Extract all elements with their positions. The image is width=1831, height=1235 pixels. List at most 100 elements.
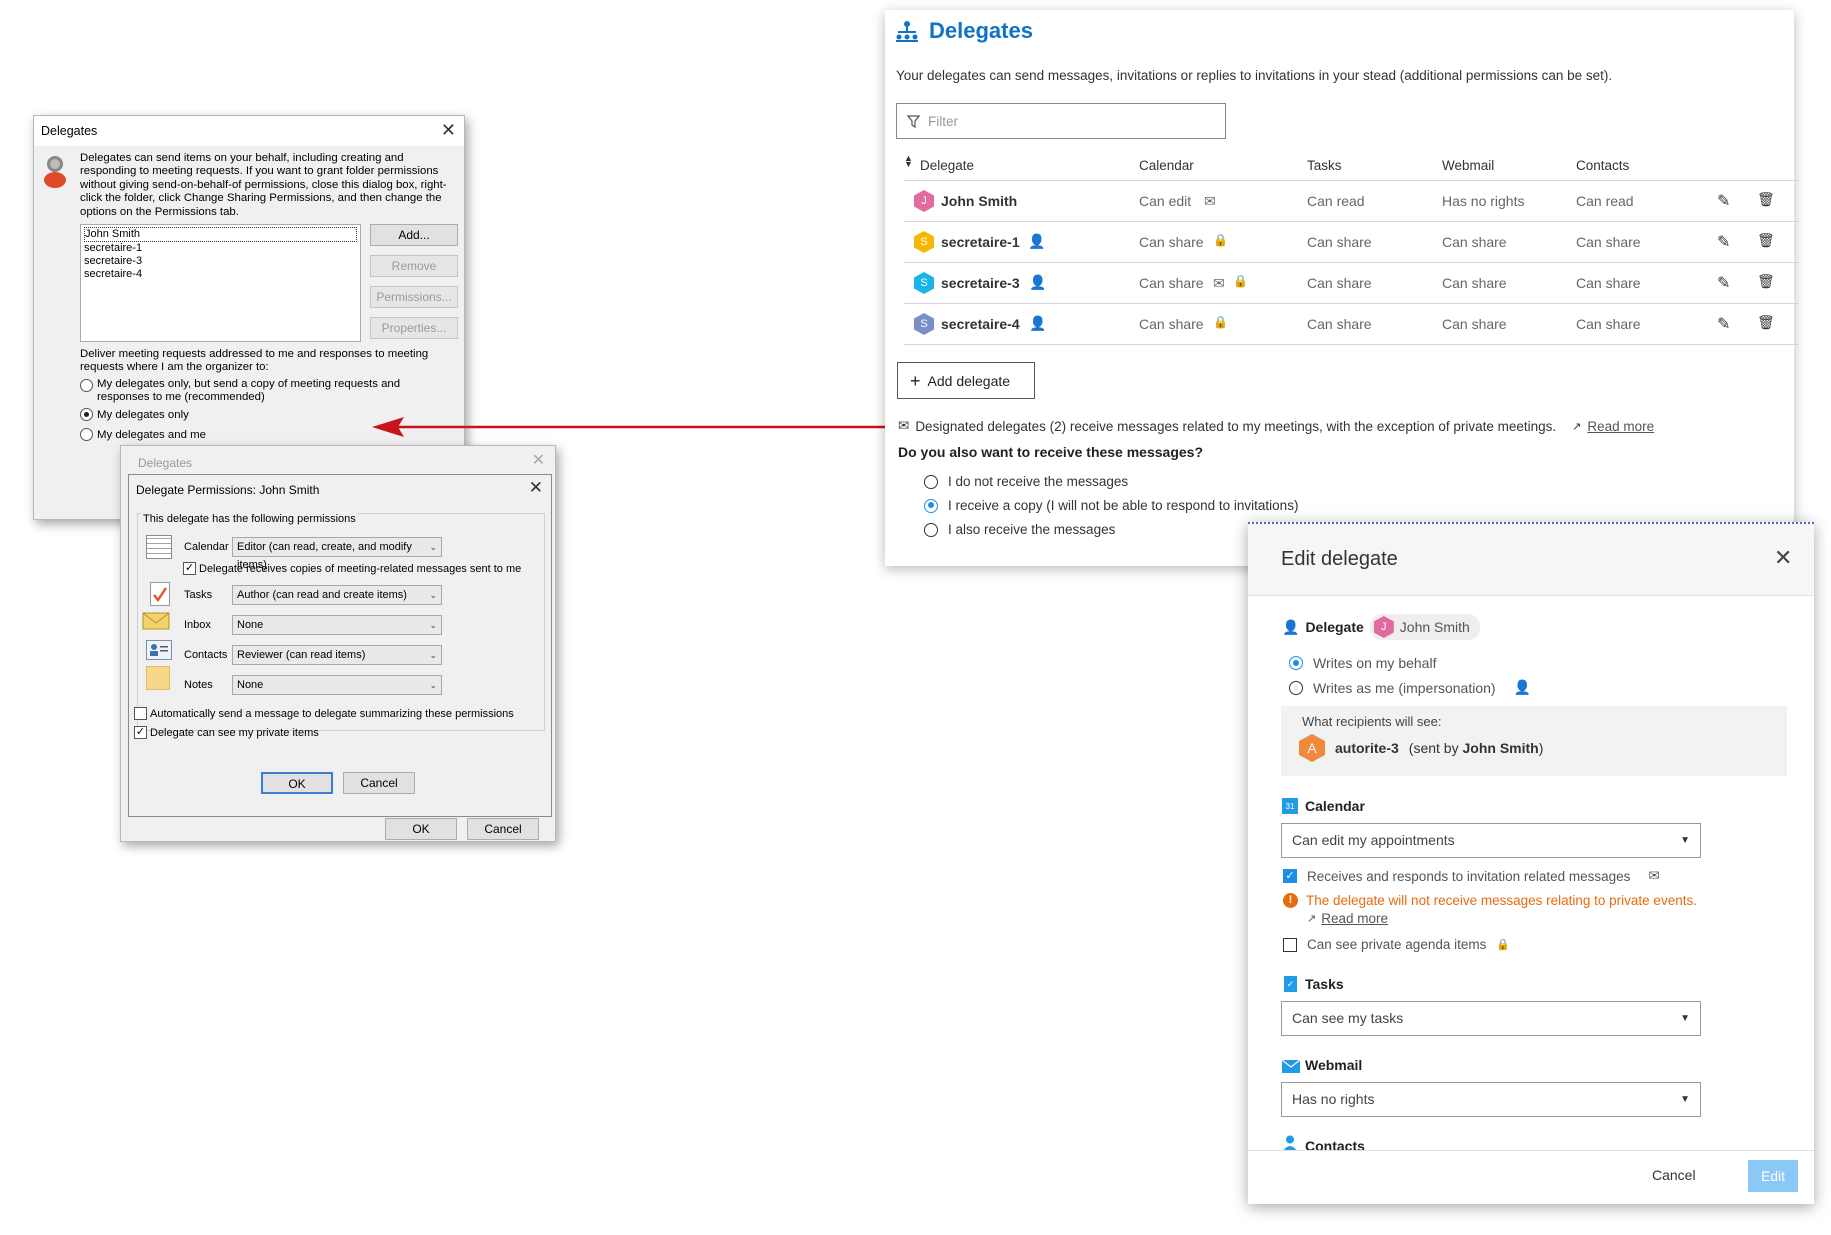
filter-icon bbox=[907, 114, 920, 128]
table-row[interactable]: S secretaire-1 👤 Can share 🔒 Can share C… bbox=[904, 222, 1799, 263]
delegate-listbox[interactable]: John Smith secretaire-1 secretaire-3 sec… bbox=[80, 224, 361, 342]
contacts-right: Can share bbox=[1576, 234, 1641, 250]
table-row[interactable]: S secretaire-4 👤 Can share 🔒 Can share C… bbox=[904, 304, 1799, 345]
checkbox[interactable]: ✓ bbox=[134, 726, 147, 739]
option-copy[interactable]: My delegates only, but send a copy of me… bbox=[80, 378, 455, 405]
radio-button[interactable] bbox=[1289, 656, 1303, 670]
webmail-right: Can share bbox=[1442, 316, 1507, 332]
webmail-right: Has no rights bbox=[1442, 193, 1525, 209]
radio-button[interactable] bbox=[80, 408, 93, 421]
radio-button[interactable] bbox=[924, 498, 938, 513]
trash-icon[interactable]: 🗑 bbox=[1757, 273, 1775, 290]
option-delegates-only[interactable]: My delegates only bbox=[80, 408, 189, 421]
avatar: A bbox=[1299, 734, 1325, 762]
filter-input[interactable]: Filter bbox=[896, 103, 1226, 139]
cancel-button[interactable]: Cancel bbox=[467, 818, 539, 840]
radio-button[interactable] bbox=[1289, 680, 1303, 695]
close-icon[interactable]: ✕ bbox=[1774, 545, 1792, 571]
close-icon[interactable]: ✕ bbox=[529, 478, 543, 498]
lock-icon: 🔒 bbox=[1233, 274, 1248, 288]
list-item[interactable]: secretaire-1 bbox=[84, 242, 357, 255]
remove-button[interactable]: Remove bbox=[370, 255, 458, 277]
radio-button[interactable] bbox=[80, 379, 93, 392]
private-items-checkbox[interactable]: ✓ Delegate can see my private items bbox=[134, 726, 319, 739]
list-item[interactable]: John Smith bbox=[84, 227, 357, 242]
edit-pencil-icon[interactable]: ✎ bbox=[1717, 273, 1730, 293]
edit-pencil-icon[interactable]: ✎ bbox=[1717, 232, 1730, 252]
calendar-right: Can share bbox=[1139, 316, 1204, 332]
webmail-permission-dropdown[interactable]: Has no rights ▼ bbox=[1281, 1082, 1701, 1117]
checkbox[interactable]: ✓ bbox=[183, 562, 196, 575]
description: Delegates can send items on your behalf,… bbox=[80, 152, 447, 218]
ok-button[interactable]: OK bbox=[385, 818, 457, 840]
chevron-down-icon: ⌄ bbox=[429, 542, 437, 552]
column-webmail: Webmail bbox=[1442, 158, 1495, 173]
checkbox-label: Can see private agenda items bbox=[1307, 937, 1487, 952]
notes-permission-select[interactable]: None ⌄ bbox=[232, 675, 442, 695]
read-more-link[interactable]: Read more bbox=[1321, 911, 1388, 926]
add-button[interactable]: Add... bbox=[370, 224, 458, 246]
column-delegate[interactable]: Delegate bbox=[920, 158, 974, 173]
contacts-right: Can share bbox=[1576, 275, 1641, 291]
plus-icon: + bbox=[910, 370, 921, 391]
avatar: S bbox=[914, 231, 934, 253]
invitations-checkbox[interactable]: ✓ Receives and responds to invitation re… bbox=[1283, 868, 1660, 884]
table-row[interactable]: S secretaire-3 👤 Can share ✉ 🔒 Can share… bbox=[904, 263, 1799, 304]
tasks-right: Can share bbox=[1307, 234, 1372, 250]
properties-button[interactable]: Properties... bbox=[370, 317, 458, 339]
trash-icon[interactable]: 🗑 bbox=[1757, 232, 1775, 249]
sent-by-suffix: ) bbox=[1538, 740, 1544, 756]
trash-icon[interactable]: 🗑 bbox=[1757, 314, 1775, 331]
checkbox[interactable] bbox=[134, 707, 147, 720]
radio-button[interactable] bbox=[924, 474, 938, 489]
delegate-name: John Smith bbox=[941, 193, 1018, 209]
contacts-permission-select[interactable]: Reviewer (can read items) ⌄ bbox=[232, 645, 442, 665]
invitation-envelope-icon: ✉ bbox=[1204, 193, 1216, 209]
edit-pencil-icon[interactable]: ✎ bbox=[1717, 191, 1730, 211]
cancel-button[interactable]: Cancel bbox=[343, 772, 415, 794]
permissions-button[interactable]: Permissions... bbox=[370, 286, 458, 308]
close-icon: ✕ bbox=[531, 452, 545, 469]
auto-send-checkbox[interactable]: Automatically send a message to delegate… bbox=[134, 707, 514, 720]
list-item[interactable]: secretaire-3 bbox=[84, 255, 357, 268]
submit-edit-button[interactable]: Edit bbox=[1748, 1160, 1798, 1192]
option-also-receive[interactable]: I also receive the messages bbox=[924, 522, 1115, 537]
notes-icon bbox=[146, 666, 170, 690]
option-receive-copy[interactable]: I receive a copy (I will not be able to … bbox=[924, 498, 1298, 513]
calendar-permission-dropdown[interactable]: Can edit my appointments ▼ bbox=[1281, 823, 1701, 858]
tasks-permission-dropdown[interactable]: Can see my tasks ▼ bbox=[1281, 1001, 1701, 1036]
permission-label: Inbox bbox=[184, 619, 211, 631]
checkbox[interactable]: ✓ bbox=[1283, 869, 1297, 883]
radio-button[interactable] bbox=[80, 428, 93, 441]
inbox-permission-select[interactable]: None ⌄ bbox=[232, 615, 442, 635]
checkbox-label: Receives and responds to invitation rela… bbox=[1307, 868, 1631, 884]
radio-button[interactable] bbox=[924, 522, 938, 537]
read-more-link[interactable]: Read more bbox=[1587, 419, 1654, 434]
checkbox[interactable] bbox=[1283, 937, 1297, 952]
private-items-checkbox[interactable]: Can see private agenda items 🔒 bbox=[1283, 937, 1510, 952]
external-link-icon: ↗ bbox=[1572, 420, 1582, 433]
outlook-permissions-window: Delegates ✕ Delegate Permissions: John S… bbox=[120, 445, 556, 842]
sort-icon[interactable]: ▲ ▼ bbox=[904, 154, 913, 169]
option-on-behalf[interactable]: Writes on my behalf bbox=[1289, 655, 1436, 671]
list-item[interactable]: secretaire-4 bbox=[84, 268, 357, 281]
edit-pencil-icon[interactable]: ✎ bbox=[1717, 314, 1730, 334]
sender-name: autorite-3 bbox=[1335, 740, 1399, 756]
table-row[interactable]: J John Smith Can edit ✉ Can read Has no … bbox=[904, 181, 1799, 222]
close-icon[interactable]: ✕ bbox=[441, 120, 456, 140]
tasks-permission-select[interactable]: Author (can read and create items) ⌄ bbox=[232, 585, 442, 605]
webmail-right: Can share bbox=[1442, 275, 1507, 291]
sent-by-prefix: (sent by bbox=[1408, 740, 1463, 756]
ok-button[interactable]: OK bbox=[261, 772, 333, 794]
copies-checkbox[interactable]: ✓ Delegate receives copies of meeting-re… bbox=[183, 562, 521, 575]
add-delegate-button[interactable]: + Add delegate bbox=[897, 362, 1035, 399]
cancel-button[interactable]: Cancel bbox=[1652, 1167, 1696, 1183]
delegate-name: John Smith bbox=[1399, 619, 1470, 635]
trash-icon[interactable]: 🗑 bbox=[1757, 191, 1775, 208]
edit-title: Edit delegate bbox=[1281, 548, 1398, 570]
calendar-permission-select[interactable]: Editor (can read, create, and modify ite… bbox=[232, 537, 442, 571]
option-delegates-and-me[interactable]: My delegates and me bbox=[80, 428, 206, 441]
filter-placeholder: Filter bbox=[928, 113, 958, 129]
option-impersonation[interactable]: Writes as me (impersonation) 👤 bbox=[1289, 679, 1531, 696]
option-no-receive[interactable]: I do not receive the messages bbox=[924, 474, 1128, 489]
